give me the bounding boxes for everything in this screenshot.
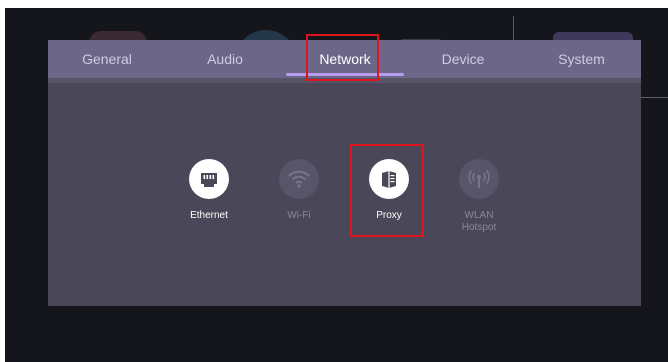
- ethernet-label: Ethernet: [190, 210, 228, 221]
- network-option-wifi[interactable]: Wi-Fi: [264, 159, 334, 229]
- network-tab-highlight: [306, 34, 379, 81]
- hotspot-icon: [459, 159, 499, 199]
- network-option-ethernet[interactable]: Ethernet: [174, 159, 244, 229]
- ethernet-icon: [189, 159, 229, 199]
- tab-device[interactable]: Device: [404, 40, 522, 78]
- wifi-icon: [279, 159, 319, 199]
- tab-audio[interactable]: Audio: [166, 40, 284, 78]
- tab-system[interactable]: System: [522, 40, 641, 78]
- wlan-hotspot-label: WLAN Hotspot: [461, 210, 497, 233]
- wifi-label: Wi-Fi: [287, 210, 311, 221]
- proxy-option-highlight: [350, 144, 424, 237]
- network-option-wlan-hotspot[interactable]: WLAN Hotspot: [444, 159, 514, 235]
- tab-general[interactable]: General: [48, 40, 166, 78]
